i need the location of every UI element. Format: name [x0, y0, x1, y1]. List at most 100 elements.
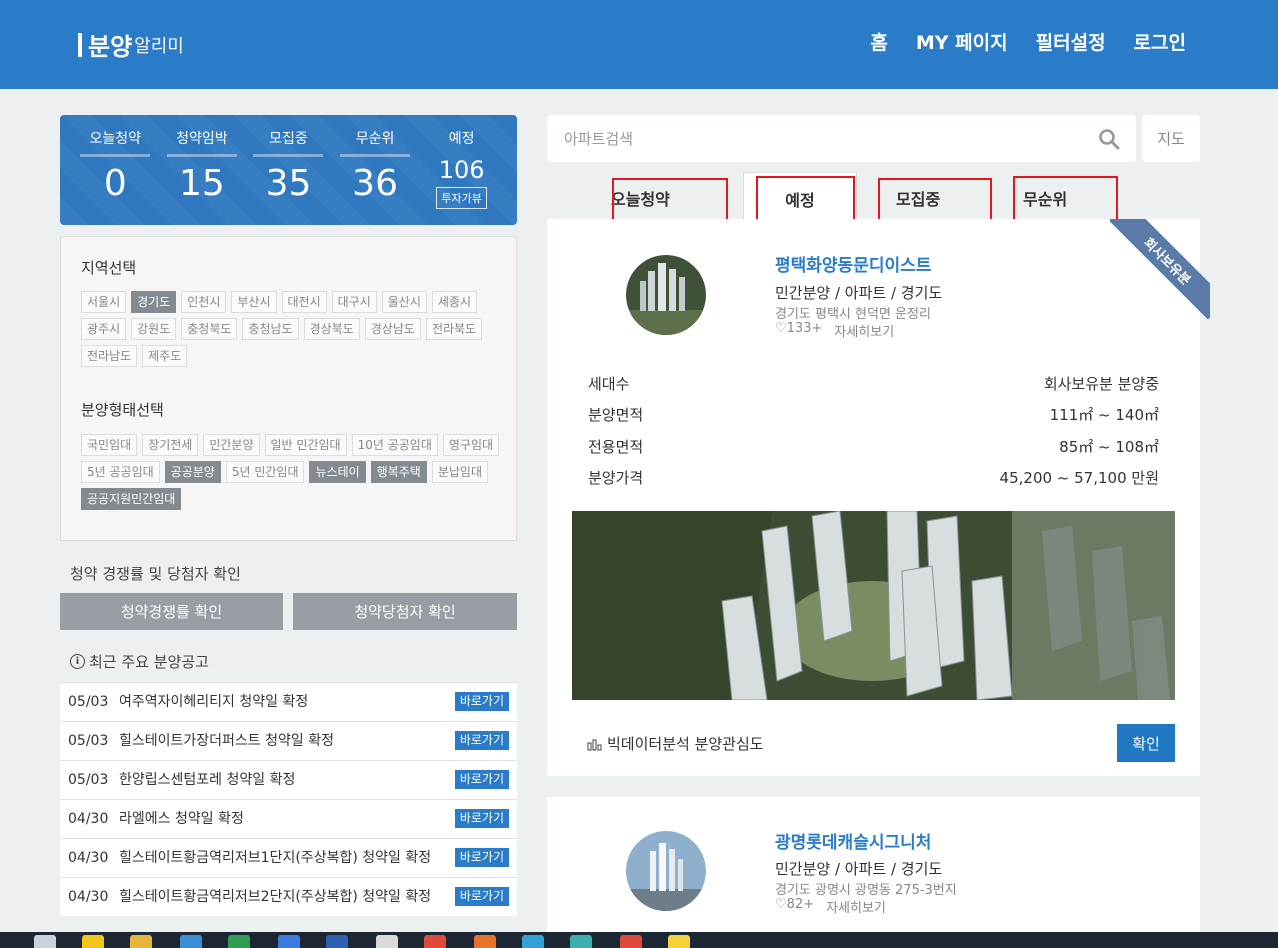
go-button[interactable]: 바로가기	[454, 809, 509, 828]
app-icon[interactable]	[278, 935, 300, 948]
stat-today[interactable]: 오늘청약 0	[72, 115, 159, 225]
stat-recruiting[interactable]: 모집중 35	[245, 115, 332, 225]
stat-unranked[interactable]: 무순위 36	[332, 115, 419, 225]
kakao-icon[interactable]	[668, 935, 690, 948]
type-chip[interactable]: 일반 민간임대	[264, 434, 347, 456]
app-icon[interactable]	[570, 935, 592, 948]
top-nav: 홈 MY 페이지 필터설정 로그인	[870, 28, 1186, 55]
apartment-title[interactable]: 광명롯데캐슬시그니처	[775, 828, 931, 853]
nav-login[interactable]: 로그인	[1134, 28, 1186, 55]
stat-imminent[interactable]: 청약임박 15	[159, 115, 246, 225]
info-icon: i	[70, 654, 85, 669]
go-button[interactable]: 바로가기	[454, 731, 509, 750]
type-chip[interactable]: 장기전세	[142, 434, 199, 456]
notice-text: 여주역자이헤리티지 청약일 확정	[119, 694, 309, 710]
row-label: 세대수	[588, 375, 630, 393]
type-chip[interactable]: 뉴스테이	[309, 461, 366, 483]
region-chip[interactable]: 서울시	[81, 291, 127, 313]
region-chip[interactable]: 경상북도	[303, 318, 360, 340]
region-chip[interactable]: 인천시	[181, 291, 227, 313]
notice-row[interactable]: 04/30 힐스테이트황금역리저브1단지(주상복합) 청약일 확정 바로가기	[60, 838, 517, 877]
ppt-icon[interactable]	[474, 935, 496, 948]
go-button[interactable]: 바로가기	[454, 848, 509, 867]
type-chip[interactable]: 공공분양	[164, 461, 221, 483]
likes[interactable]: ♡133+	[775, 321, 822, 340]
apartment-thumbnail[interactable]	[626, 255, 706, 335]
word-icon[interactable]	[326, 935, 348, 948]
nav-home[interactable]: 홈	[870, 28, 887, 55]
type-chip[interactable]: 분납임대	[431, 461, 488, 483]
go-button[interactable]: 바로가기	[454, 887, 509, 906]
type-chip[interactable]: 행복주택	[370, 461, 427, 483]
region-chip[interactable]: 경상남도	[364, 318, 421, 340]
competition-rate-button[interactable]: 청약경쟁률 확인	[60, 593, 283, 630]
stat-label: 청약임박	[166, 128, 237, 157]
nav-filter-settings[interactable]: 필터설정	[1036, 28, 1106, 55]
detail-link[interactable]: 자세히보기	[826, 897, 886, 916]
logo[interactable]: 분양 알리미	[78, 27, 184, 62]
app-icon[interactable]	[82, 935, 104, 948]
chart-icon	[587, 739, 602, 750]
apartment-title[interactable]: 평택화양동문디이스트	[775, 251, 931, 276]
app-icon[interactable]	[34, 935, 56, 948]
likes-count: 133+	[786, 321, 823, 336]
apartment-photo	[572, 511, 1175, 700]
apartment-address: 경기도 평택시 현덕면 운정리	[775, 307, 931, 322]
detail-link[interactable]: 자세히보기	[834, 321, 894, 340]
stat-value: 106	[438, 156, 485, 184]
go-button[interactable]: 바로가기	[454, 692, 509, 711]
region-chip[interactable]: 충청북도	[181, 318, 238, 340]
region-chip[interactable]: 부산시	[231, 291, 277, 313]
type-chip[interactable]: 공공지원민간임대	[81, 488, 182, 510]
region-chip[interactable]: 광주시	[81, 318, 127, 340]
region-chip[interactable]: 울산시	[381, 291, 427, 313]
apartment-thumbnail[interactable]	[626, 831, 706, 911]
investment-view-button[interactable]: 투자가뷰	[436, 187, 487, 209]
region-chip[interactable]: 제주도	[142, 345, 188, 367]
notice-text: 힐스테이트가장더퍼스트 청약일 확정	[119, 733, 334, 749]
type-chip[interactable]: 10년 공공임대	[351, 434, 438, 456]
excel-icon[interactable]	[228, 935, 250, 948]
type-chip[interactable]: 민간분양	[203, 434, 260, 456]
map-button[interactable]: 지도	[1142, 115, 1200, 162]
region-chip[interactable]: 경기도	[131, 291, 177, 313]
app-icon[interactable]	[376, 935, 398, 948]
type-chips: 국민임대 장기전세 민간분양 일반 민간임대 10년 공공임대 영구임대 5년 공공임대 공공…	[81, 434, 501, 510]
notice-date: 04/30	[68, 889, 109, 905]
region-chip[interactable]: 전라북도	[425, 318, 483, 340]
app-icon[interactable]	[180, 935, 202, 948]
apartment-address: 경기도 광명시 광명동 275-3번지	[775, 883, 957, 898]
row-label: 분양면적	[588, 406, 644, 424]
stat-value: 15	[178, 163, 225, 204]
folder-icon[interactable]	[130, 935, 152, 948]
type-chip[interactable]: 국민임대	[81, 434, 138, 456]
logo-sub: 알리미	[134, 35, 184, 57]
type-chip[interactable]: 영구임대	[442, 434, 500, 456]
notice-row[interactable]: 05/03 힐스테이트가장더퍼스트 청약일 확정 바로가기	[60, 721, 517, 760]
search-icon[interactable]	[1098, 128, 1120, 150]
top-header: 분양 알리미 홈 MY 페이지 필터설정 로그인	[0, 0, 1278, 89]
type-chip[interactable]: 5년 공공임대	[81, 461, 160, 483]
region-chip[interactable]: 대전시	[281, 291, 327, 313]
region-chip[interactable]: 세종시	[431, 291, 477, 313]
likes[interactable]: ♡82+	[775, 897, 814, 916]
nav-mypage[interactable]: MY 페이지	[916, 28, 1008, 55]
app-icon[interactable]	[522, 935, 544, 948]
winner-check-button[interactable]: 청약당첨자 확인	[293, 593, 517, 630]
stat-scheduled[interactable]: 예정 106 투자가뷰	[418, 115, 505, 225]
confirm-button[interactable]: 확인	[1117, 724, 1175, 762]
region-chip[interactable]: 강원도	[131, 318, 177, 340]
region-chip[interactable]: 충청남도	[242, 318, 299, 340]
type-chip[interactable]: 5년 민간임대	[225, 461, 305, 483]
chrome-icon[interactable]	[620, 935, 642, 948]
region-chip[interactable]: 전라남도	[81, 345, 138, 367]
chrome-icon[interactable]	[424, 935, 446, 948]
notice-row[interactable]: 05/03 여주역자이헤리티지 청약일 확정 바로가기	[60, 682, 517, 721]
notice-row[interactable]: 04/30 라엘에스 청약일 확정 바로가기	[60, 799, 517, 838]
go-button[interactable]: 바로가기	[454, 770, 509, 789]
notice-row[interactable]: 05/03 한양립스센텀포레 청약일 확정 바로가기	[60, 760, 517, 799]
apartment-card: 평택화양동문디이스트 민간분양 / 아파트 / 경기도 경기도 평택시 현덕면 …	[547, 219, 1210, 776]
notice-row[interactable]: 04/30 힐스테이트황금역리저브2단지(주상복합) 청약일 확정 바로가기	[60, 877, 517, 916]
region-chip[interactable]: 대구시	[331, 291, 377, 313]
search-input[interactable]	[547, 115, 1136, 162]
